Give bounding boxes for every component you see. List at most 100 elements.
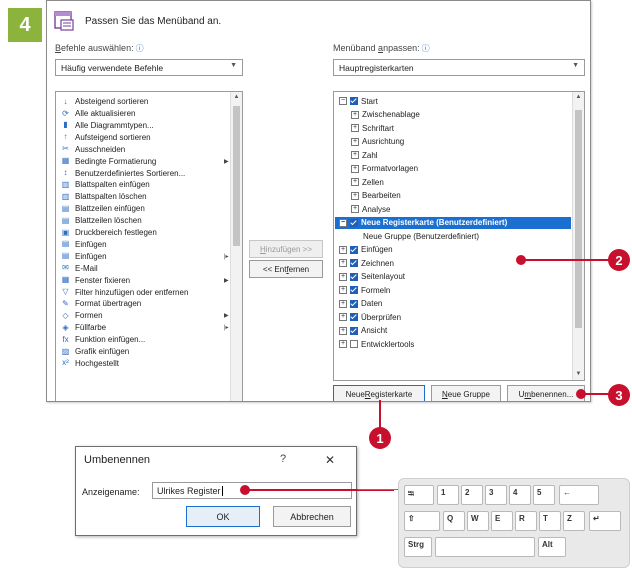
tree-item[interactable]: + Zwischenablage (335, 109, 571, 121)
conditional-format-icon: ▦ (61, 156, 70, 166)
scroll-up-icon[interactable]: ▲ (231, 92, 242, 103)
rename-button[interactable]: Um benennen... (507, 385, 585, 401)
command-item[interactable]: ✂ Ausschneiden (60, 144, 125, 155)
tree-item[interactable]: + Ansicht (335, 325, 571, 337)
expand-icon[interactable]: + (351, 205, 359, 214)
callout-2-line (522, 259, 612, 261)
command-item[interactable]: ◇ Formen (60, 310, 102, 321)
collapse-icon[interactable]: − (339, 218, 347, 227)
expand-icon[interactable]: + (339, 245, 347, 254)
command-item[interactable]: ▥ Blattspalten löschen (60, 191, 147, 202)
command-item[interactable]: ▦ Fenster fixieren (60, 275, 130, 286)
scroll-thumb[interactable] (575, 110, 582, 328)
command-item[interactable]: ◈ Füllfarbe (60, 322, 106, 333)
command-item[interactable]: ▣ Druckbereich festlegen (60, 227, 157, 238)
tree-item[interactable]: + Ausrichtung (335, 136, 571, 148)
expand-icon[interactable]: + (351, 151, 359, 160)
expand-icon[interactable]: + (351, 191, 359, 200)
scroll-thumb[interactable] (233, 106, 240, 246)
tree-item-label: Ansicht (361, 326, 388, 336)
expand-icon[interactable]: + (351, 164, 359, 173)
tree-item[interactable]: + Bearbeiten (335, 190, 571, 202)
scroll-down-icon[interactable]: ▼ (573, 369, 584, 380)
expand-icon[interactable]: + (339, 340, 347, 349)
command-item[interactable]: ▤ Blattzeilen einfügen (60, 203, 145, 214)
command-item[interactable]: ↑ Aufsteigend sortieren (60, 132, 151, 143)
tree-item[interactable]: + Zahl (335, 149, 571, 161)
ribbon-tree-scrollbar[interactable]: ▲ ▼ (572, 92, 584, 380)
tree-item[interactable]: + Überprüfen (335, 311, 571, 323)
tab-checkbox[interactable] (350, 259, 358, 268)
command-item[interactable]: ↕ Benutzerdefiniertes Sortieren... (60, 167, 186, 178)
tree-item[interactable]: + Daten (335, 298, 571, 310)
command-label: Einfügen (75, 239, 107, 249)
expand-icon[interactable]: + (339, 272, 347, 281)
expand-icon[interactable]: + (339, 313, 347, 322)
commands-label: Befehle auswählen: ⓘ (55, 43, 144, 53)
command-item[interactable]: ▦ Bedingte Formatierung (60, 156, 157, 167)
expand-icon[interactable]: + (339, 299, 347, 308)
command-item[interactable]: ✉ E-Mail (60, 263, 98, 274)
command-item[interactable]: x² Hochgestellt (60, 358, 119, 369)
expand-icon[interactable]: + (351, 137, 359, 146)
expand-icon[interactable]: + (351, 178, 359, 187)
command-label: Hochgestellt (75, 358, 120, 368)
tree-item[interactable]: + Entwicklertools (335, 338, 571, 350)
help-icon[interactable]: ? (280, 453, 286, 465)
expand-icon[interactable]: + (351, 124, 359, 133)
command-item[interactable]: ✎ Format übertragen (60, 298, 141, 309)
cancel-button[interactable]: Abbrechen (273, 506, 351, 527)
expand-icon[interactable]: + (339, 259, 347, 268)
expand-icon[interactable]: + (351, 110, 359, 119)
collapse-icon[interactable]: − (339, 97, 347, 106)
command-item[interactable]: ↓ Absteigend sortieren (60, 96, 149, 107)
tab-checkbox[interactable] (350, 326, 358, 335)
command-item[interactable]: ▮ Alle Diagrammtypen... (60, 120, 153, 131)
tree-item[interactable]: + Formatvorlagen (335, 163, 571, 175)
tree-item-label: Bearbeiten (362, 191, 401, 201)
ribbon-tree[interactable]: ▲ ▼ − Start + Zwischenablage + Schriftart + Aus… (333, 91, 585, 381)
tree-item[interactable]: Neue Gruppe (Benutzerdefiniert) (335, 230, 571, 242)
commands-scrollbar[interactable]: ▲ (230, 92, 242, 401)
tab-checkbox[interactable] (350, 245, 358, 254)
tree-item-selected[interactable]: − Neue Registerkarte (Benutzerdefiniert) (335, 216, 571, 229)
command-item[interactable]: ▥ Blattspalten einfügen (60, 179, 150, 190)
tree-item[interactable]: − Start (335, 95, 571, 107)
tree-item-label: Neue Registerkarte (Benutzerdefiniert) (361, 218, 508, 228)
scroll-up-icon[interactable]: ▲ (573, 92, 584, 103)
tree-item[interactable]: + Analyse (335, 203, 571, 215)
ribbon-tabs-select[interactable]: Hauptregisterkarten ▼ (333, 59, 585, 76)
key-ctrl: Strg (404, 537, 432, 557)
expand-icon[interactable]: + (339, 286, 347, 295)
keyboard-illustration: ⭾ 1 2 3 4 5 ← ⇧ Q W E R T Z Strg Alt ↵ (398, 478, 630, 568)
tab-checkbox[interactable] (350, 218, 358, 227)
scissors-icon: ✂ (62, 144, 69, 154)
ok-button[interactable]: OK (186, 506, 260, 527)
command-item[interactable]: ▤ Einfügen (60, 251, 107, 262)
tree-item[interactable]: + Formeln (335, 284, 571, 296)
tree-item[interactable]: + Einfügen (335, 244, 571, 256)
command-item[interactable]: ⟳ Alle aktualisieren (60, 108, 135, 119)
command-item[interactable]: fx Funktion einfügen... (60, 334, 145, 345)
commands-list[interactable]: ▲ ↓ Absteigend sortieren ⟳ Alle aktualisier… (55, 91, 243, 401)
tab-checkbox[interactable] (350, 299, 358, 308)
command-label: Bedingte Formatierung (75, 156, 157, 166)
tab-checkbox[interactable] (350, 286, 358, 295)
tree-item[interactable]: + Seitenlayout (335, 271, 571, 283)
new-group-button[interactable]: Neue Gruppe (431, 385, 501, 401)
command-item[interactable]: ▨ Grafik einfügen (60, 346, 130, 357)
commands-source-select[interactable]: Häufig verwendete Befehle ▼ (55, 59, 243, 76)
expand-icon[interactable]: + (339, 326, 347, 335)
command-item[interactable]: ▤ Blattzeilen löschen (60, 215, 142, 226)
tree-item[interactable]: + Zellen (335, 176, 571, 188)
tab-checkbox[interactable] (350, 313, 358, 322)
tab-checkbox[interactable] (350, 97, 358, 106)
tab-checkbox[interactable] (350, 272, 358, 281)
command-item[interactable]: ▽ Filter hinzufügen oder entfernen (60, 286, 188, 297)
command-item[interactable]: ▤ Einfügen (60, 239, 107, 250)
remove-button[interactable]: << Ent f ernen (249, 260, 323, 278)
close-icon[interactable]: ✕ (325, 453, 335, 467)
tab-checkbox[interactable] (350, 340, 358, 349)
add-button[interactable]: Hinzufügen >> (249, 240, 323, 258)
tree-item[interactable]: + Schriftart (335, 122, 571, 134)
